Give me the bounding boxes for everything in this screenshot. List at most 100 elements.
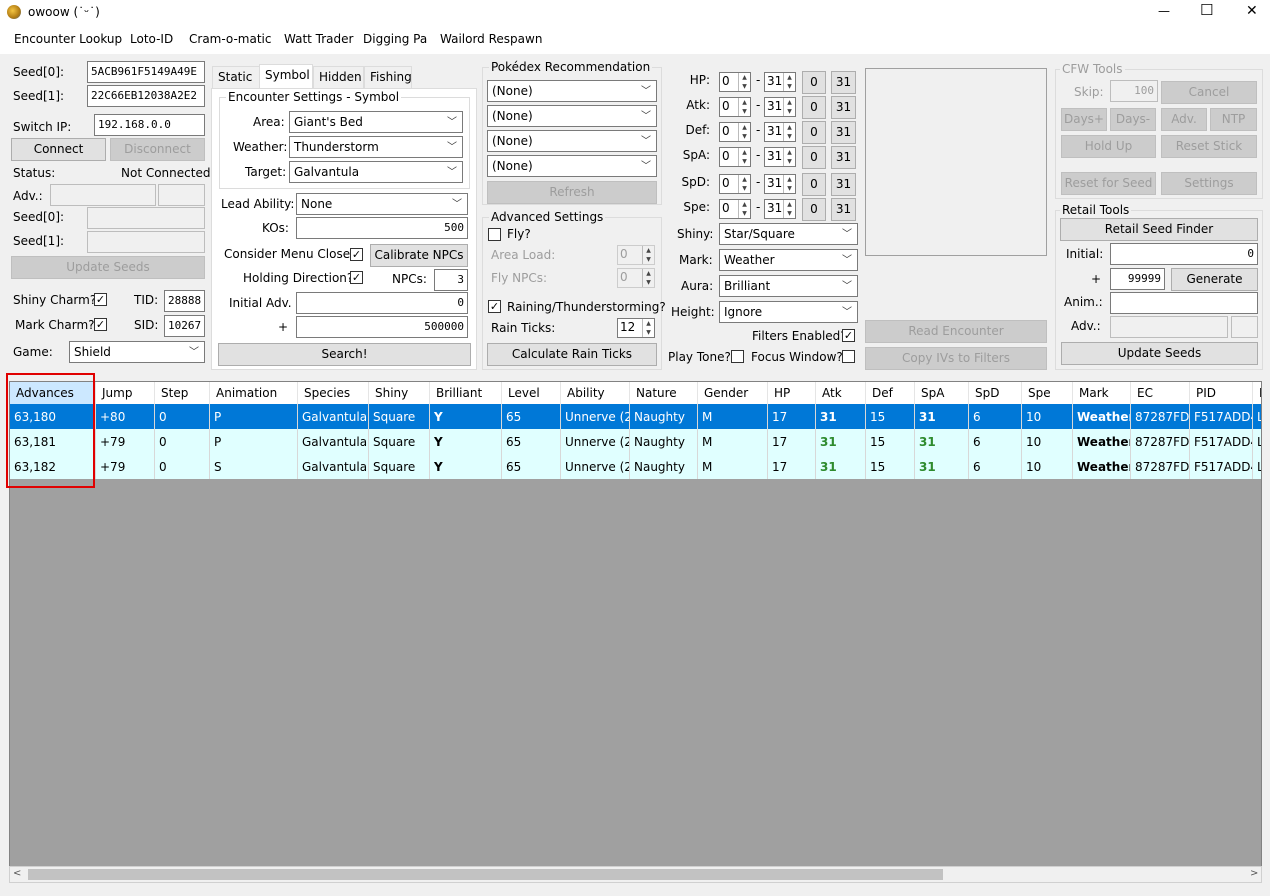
iv-hp-set-31-button[interactable]: 31 (831, 71, 856, 94)
menu-digging-pa[interactable]: Digging Pa (363, 32, 427, 46)
focus-window-checkbox[interactable] (842, 350, 855, 363)
col-header[interactable]: PID (1190, 382, 1253, 404)
pokedex-select-3[interactable]: (None) ﹀ (487, 130, 657, 152)
menu-encounter-lookup[interactable]: Encounter Lookup (14, 32, 122, 46)
scroll-right-arrow-icon[interactable]: > (1250, 868, 1258, 879)
col-header[interactable]: Shiny (369, 382, 430, 404)
height-filter-select[interactable]: Ignore ﹀ (719, 301, 858, 323)
col-header[interactable]: EC (1131, 382, 1190, 404)
iv-hp-max-stepper[interactable]: 31 ▲ ▼ (764, 72, 796, 92)
reset-stick-button[interactable]: Reset Stick (1161, 135, 1257, 158)
menu-close-checkbox[interactable]: ✓ (350, 248, 363, 261)
target-select[interactable]: Galvantula ﹀ (289, 161, 463, 183)
iv-atk-min-stepper[interactable]: 0 ▲ ▼ (719, 97, 751, 117)
filters-enabled-checkbox[interactable]: ✓ (842, 329, 855, 342)
play-tone-checkbox[interactable] (731, 350, 744, 363)
pokedex-select-4[interactable]: (None) ﹀ (487, 155, 657, 177)
scroll-thumb[interactable] (28, 869, 943, 880)
iv-spa-set-0-button[interactable]: 0 (802, 146, 826, 169)
iv-spe-set-31-button[interactable]: 31 (831, 198, 856, 221)
tab-fishing[interactable]: Fishing (364, 66, 412, 88)
tab-hidden[interactable]: Hidden (313, 66, 364, 88)
npcs-input[interactable]: 3 (434, 269, 468, 291)
iv-spd-max-stepper[interactable]: 31 ▲ ▼ (764, 174, 796, 194)
days-minus-button[interactable]: Days- (1110, 108, 1156, 131)
col-header[interactable]: Mark (1073, 382, 1131, 404)
retail-initial-input[interactable]: 0 (1110, 243, 1258, 265)
menu-cram-o-matic[interactable]: Cram-o-matic (189, 32, 271, 46)
retail-seed-finder-button[interactable]: Retail Seed Finder (1060, 218, 1258, 241)
scroll-left-arrow-icon[interactable]: < (13, 868, 21, 879)
iv-spa-set-31-button[interactable]: 31 (831, 146, 856, 169)
area-load-stepper[interactable]: 0 ▲ ▼ (617, 245, 655, 265)
iv-spa-max-stepper[interactable]: 31 ▲ ▼ (764, 147, 796, 167)
col-header[interactable]: SpD (969, 382, 1022, 404)
iv-spe-min-stepper[interactable]: 0 ▲ ▼ (719, 199, 751, 219)
shiny-filter-select[interactable]: Star/Square ﹀ (719, 223, 858, 245)
horizontal-scrollbar[interactable]: < > (9, 866, 1262, 883)
col-header[interactable]: Animation (210, 382, 298, 404)
update-seeds-button[interactable]: Update Seeds (11, 256, 205, 279)
adv-button[interactable]: Adv. (1161, 108, 1207, 131)
initial-adv-input[interactable]: 0 (296, 292, 468, 314)
calibrate-npcs-button[interactable]: Calibrate NPCs (370, 244, 468, 267)
seed0-input[interactable]: 5ACB961F5149A49E (87, 61, 205, 83)
col-header[interactable]: Step (155, 382, 210, 404)
col-header[interactable]: Brilliant (430, 382, 502, 404)
col-header[interactable]: Spe (1022, 382, 1073, 404)
iv-spe-max-stepper[interactable]: 31 ▲ ▼ (764, 199, 796, 219)
settings-button[interactable]: Settings (1161, 172, 1257, 195)
table-row[interactable]: 63,180 +80 0 P Galvantula Square Y 65 Unnerve (2… (10, 404, 1261, 429)
kos-input[interactable]: 500 (296, 217, 468, 239)
game-select[interactable]: Shield ﹀ (69, 341, 205, 363)
col-header[interactable]: HP (768, 382, 816, 404)
fly-checkbox[interactable] (488, 228, 501, 241)
holding-direction-checkbox[interactable]: ✓ (350, 271, 363, 284)
tab-static[interactable]: Static (212, 66, 260, 88)
pokedex-select-2[interactable]: (None) ﹀ (487, 105, 657, 127)
iv-spd-set-31-button[interactable]: 31 (831, 173, 856, 196)
raining-checkbox[interactable]: ✓ (488, 300, 501, 313)
pokedex-select-1[interactable]: (None) ﹀ (487, 80, 657, 102)
reset-for-seed-button[interactable]: Reset for Seed (1061, 172, 1156, 195)
minimize-button[interactable]: — (1158, 4, 1170, 18)
disconnect-button[interactable]: Disconnect (110, 138, 205, 161)
iv-spd-min-stepper[interactable]: 0 ▲ ▼ (719, 174, 751, 194)
weather-select[interactable]: Thunderstorm ﹀ (289, 136, 463, 158)
fly-npcs-stepper[interactable]: 0 ▲ ▼ (617, 268, 655, 288)
lead-ability-select[interactable]: None ﹀ (296, 193, 468, 215)
col-header[interactable]: Ability (561, 382, 630, 404)
read-encounter-button[interactable]: Read Encounter (865, 320, 1047, 343)
iv-hp-set-0-button[interactable]: 0 (802, 71, 826, 94)
iv-hp-min-stepper[interactable]: 0 ▲ ▼ (719, 72, 751, 92)
iv-spa-min-stepper[interactable]: 0 ▲ ▼ (719, 147, 751, 167)
iv-def-set-31-button[interactable]: 31 (831, 121, 856, 144)
tid-input[interactable]: 28888 (164, 290, 205, 312)
menu-wailord-respawn[interactable]: Wailord Respawn (440, 32, 542, 46)
menu-loto-id[interactable]: Loto-ID (130, 32, 173, 46)
iv-spd-set-0-button[interactable]: 0 (802, 173, 826, 196)
seed1-input[interactable]: 22C66EB12038A2E2 (87, 85, 205, 107)
retail-update-seeds-button[interactable]: Update Seeds (1061, 342, 1258, 365)
col-header[interactable]: Level (502, 382, 561, 404)
iv-atk-set-0-button[interactable]: 0 (802, 96, 826, 119)
col-header[interactable]: Species (298, 382, 369, 404)
iv-def-set-0-button[interactable]: 0 (802, 121, 826, 144)
copy-ivs-button[interactable]: Copy IVs to Filters (865, 347, 1047, 370)
hold-up-button[interactable]: Hold Up (1061, 135, 1156, 158)
iv-def-min-stepper[interactable]: 0 ▲ ▼ (719, 122, 751, 142)
days-plus-button[interactable]: Days+ (1061, 108, 1107, 131)
results-grid[interactable]: Advances Jump Step Animation Species Shiny Bri… (9, 381, 1262, 868)
sid-input[interactable]: 10267 (164, 315, 205, 337)
iv-spe-set-0-button[interactable]: 0 (802, 198, 826, 221)
iv-atk-set-31-button[interactable]: 31 (831, 96, 856, 119)
iv-atk-max-stepper[interactable]: 31 ▲ ▼ (764, 97, 796, 117)
menu-watt-trader[interactable]: Watt Trader (284, 32, 353, 46)
col-header[interactable]: H (1253, 382, 1261, 404)
col-header[interactable]: SpA (915, 382, 969, 404)
iv-def-max-stepper[interactable]: 31 ▲ ▼ (764, 122, 796, 142)
col-header[interactable]: Atk (816, 382, 866, 404)
maximize-button[interactable]: ☐ (1200, 1, 1213, 19)
col-header[interactable]: Nature (630, 382, 698, 404)
skip-input[interactable]: 100 (1110, 80, 1158, 102)
